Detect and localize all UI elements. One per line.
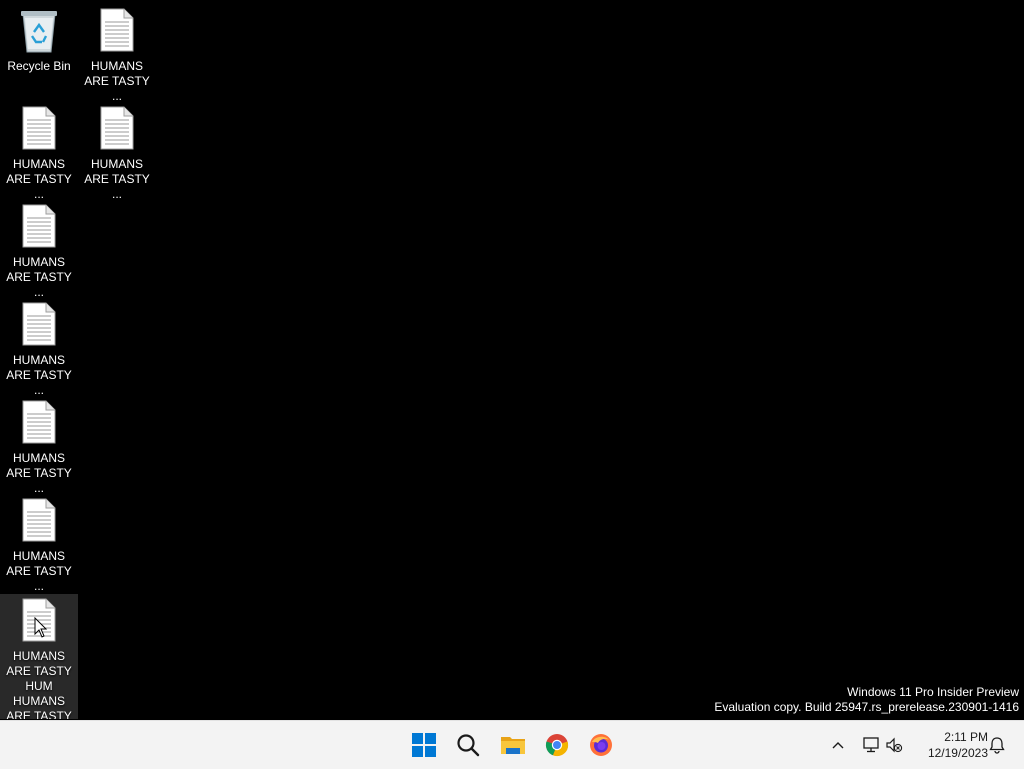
windows-watermark: Windows 11 Pro Insider Preview Evaluatio… bbox=[714, 685, 1019, 715]
file-explorer-icon bbox=[501, 737, 525, 754]
desktop-icon-text-file[interactable]: HUMANS ARE TASTY ... bbox=[0, 196, 78, 300]
desktop-icon-text-file-selected[interactable]: HUMANS ARE TASTY HUM HUMANS ARE TASTY bbox=[0, 594, 78, 719]
watermark-edition: Windows 11 Pro Insider Preview bbox=[847, 685, 1019, 699]
volume-muted-icon bbox=[886, 737, 903, 753]
watermark-build: Evaluation copy. Build 25947.rs_prerelea… bbox=[714, 700, 1019, 714]
mouse-cursor-icon bbox=[34, 617, 48, 638]
start-button[interactable] bbox=[408, 729, 440, 761]
text-file-icon bbox=[93, 8, 141, 54]
network-icon bbox=[863, 737, 879, 753]
recycle-bin-icon bbox=[15, 8, 63, 54]
text-file-icon bbox=[15, 106, 63, 152]
search-icon bbox=[457, 734, 480, 757]
desktop-icon-text-file[interactable]: HUMANS ARE TASTY ... bbox=[78, 98, 156, 202]
notifications-button[interactable] bbox=[986, 721, 1008, 769]
text-file-icon bbox=[15, 400, 63, 446]
clock-time: 2:11 PM bbox=[944, 730, 988, 744]
show-hidden-icons-button[interactable] bbox=[828, 721, 848, 769]
taskbar-clock[interactable]: 2:11 PM 12/19/2023 bbox=[912, 729, 988, 761]
text-file-icon bbox=[15, 204, 63, 250]
text-file-icon bbox=[15, 302, 63, 348]
network-volume-button[interactable] bbox=[856, 721, 908, 769]
desktop-icon-text-file[interactable]: HUMANS ARE TASTY ... bbox=[0, 490, 78, 594]
clock-date: 12/19/2023 bbox=[927, 746, 988, 760]
taskbar: 2:11 PM 12/19/2023 bbox=[0, 720, 1024, 769]
text-file-icon bbox=[15, 498, 63, 544]
firefox-button[interactable] bbox=[585, 729, 617, 761]
chrome-icon bbox=[545, 734, 569, 757]
firefox-icon bbox=[590, 734, 612, 756]
file-explorer-button[interactable] bbox=[497, 729, 529, 761]
desktop-icon-recycle-bin[interactable]: Recycle Bin bbox=[0, 0, 78, 74]
desktop-icon-text-file[interactable]: HUMANS ARE TASTY ... bbox=[0, 392, 78, 496]
desktop-icon-label: HUMANS ARE TASTY HUM HUMANS ARE TASTY bbox=[6, 649, 72, 719]
start-icon bbox=[412, 733, 436, 757]
desktop-icon-text-file[interactable]: HUMANS ARE TASTY ... bbox=[78, 0, 156, 104]
desktop-icon-label: HUMANS ARE TASTY ... bbox=[84, 157, 150, 201]
chevron-up-icon bbox=[832, 742, 844, 749]
search-button[interactable] bbox=[452, 729, 484, 761]
notification-bell-icon bbox=[989, 737, 1005, 754]
text-file-icon bbox=[93, 106, 141, 152]
desktop-icon-text-file[interactable]: HUMANS ARE TASTY ... bbox=[0, 98, 78, 202]
desktop[interactable]: Recycle Bin HUMANS ARE TASTY ... HUMANS … bbox=[0, 0, 1024, 720]
desktop-icon-label: HUMANS ARE TASTY ... bbox=[6, 549, 72, 593]
chrome-button[interactable] bbox=[541, 729, 573, 761]
desktop-icon-text-file[interactable]: HUMANS ARE TASTY ... bbox=[0, 294, 78, 398]
desktop-icon-label: Recycle Bin bbox=[7, 59, 71, 73]
